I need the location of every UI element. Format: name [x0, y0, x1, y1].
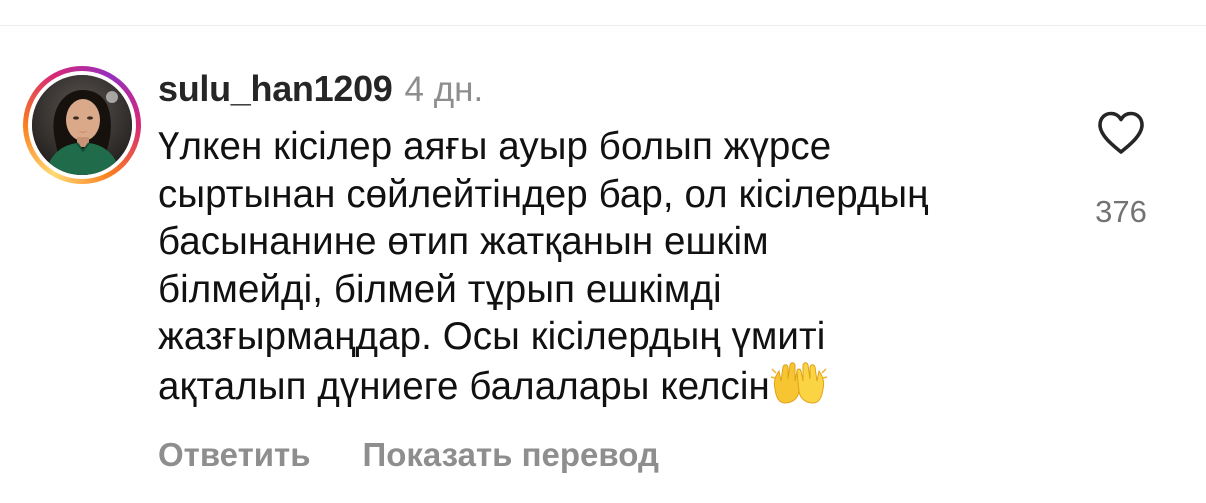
- avatar-ring-gap: [28, 71, 136, 179]
- username[interactable]: sulu_han1209: [158, 66, 393, 112]
- comment-actions: Ответить Показать перевод: [158, 433, 659, 477]
- avatar-photo: [32, 75, 132, 175]
- show-translation-button[interactable]: Показать перевод: [363, 433, 659, 477]
- raising-hands-emoji: [770, 361, 828, 404]
- comment-line: жазғырмаңдар. Осы кісілердың үмиті: [158, 315, 826, 358]
- avatar-story-ring[interactable]: [23, 66, 141, 184]
- timestamp: 4 дн.: [404, 70, 484, 109]
- avatar[interactable]: [32, 75, 132, 175]
- comment-line: білмейді, білмей тұрып ешкімді: [158, 267, 722, 311]
- like-count: 376: [1095, 194, 1147, 229]
- like-area: 376: [1085, 110, 1157, 230]
- comment-header: sulu_han1209 4 дн.: [158, 66, 483, 112]
- comment-item: sulu_han1209 4 дн. Үлкен кісілер аяғы ау…: [0, 0, 1206, 503]
- comment-line: сыртынан сөйлейтіндер бар, ол кісілердың: [158, 172, 929, 216]
- reply-button[interactable]: Ответить: [158, 433, 311, 477]
- comment-text: Үлкен кісілер аяғы ауыр болып жүрсе сырт…: [158, 123, 1058, 410]
- comment-line: Үлкен кісілер аяғы ауыр болып жүрсе: [158, 125, 832, 168]
- comment-line-last: ақталып дүниеге балалары келсін: [158, 361, 1058, 411]
- comment-line: басынанине өтип жатқанын ешкім: [158, 220, 769, 263]
- comment-line-text: ақталып дүниеге балалары келсін: [158, 364, 770, 408]
- heart-icon[interactable]: [1096, 110, 1146, 156]
